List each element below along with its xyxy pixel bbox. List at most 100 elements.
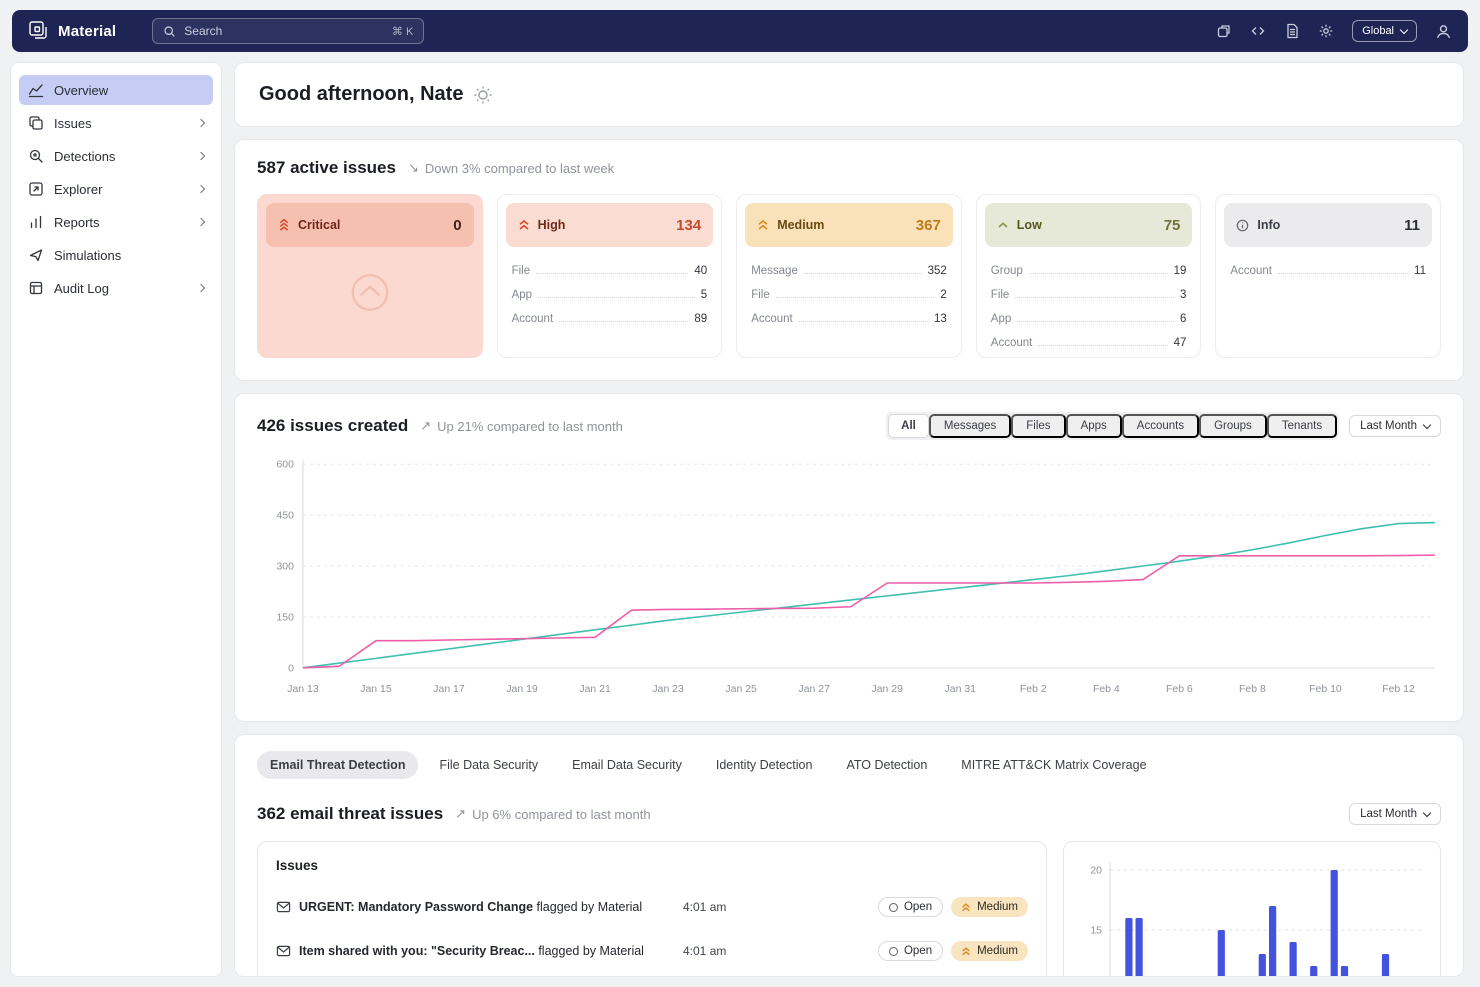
settings-gear-icon[interactable] (1318, 23, 1334, 39)
issue-title: Item shared with you: "Security Breac...… (299, 944, 659, 958)
overview-icon (28, 82, 44, 98)
dotted-leader (1017, 321, 1174, 322)
svg-text:600: 600 (276, 460, 294, 471)
email-threats-period-select[interactable]: Last Month (1349, 803, 1441, 825)
severity-card-medium[interactable]: Medium 367 Message352File2Account13 (736, 194, 962, 358)
filter-tab-tenants[interactable]: Tenants (1267, 414, 1337, 438)
issue-time: 4:01 am (683, 900, 726, 914)
severity-card-info[interactable]: Info 11 Account11 (1215, 194, 1441, 358)
filter-tab-groups[interactable]: Groups (1199, 414, 1267, 438)
detection-tab-file-data-security[interactable]: File Data Security (426, 751, 551, 779)
status-label: Open (904, 945, 932, 957)
search-input[interactable]: Search ⌘ K (152, 18, 424, 44)
severity-label: Medium (977, 945, 1018, 957)
chevron-right-icon (197, 218, 205, 226)
severity-icon (757, 219, 769, 231)
severity-count: 0 (453, 217, 461, 234)
detection-tab-email-data-security[interactable]: Email Data Security (559, 751, 695, 779)
filter-tab-messages[interactable]: Messages (929, 414, 1011, 438)
detection-category-tabs: Email Threat Detection File Data Security… (257, 751, 1441, 779)
sidebar-item-label: Detections (54, 149, 115, 164)
breakdown-label: Group (991, 265, 1023, 277)
code-icon[interactable] (1250, 23, 1266, 39)
filter-tab-accounts[interactable]: Accounts (1122, 414, 1199, 438)
dotted-leader (1278, 273, 1408, 274)
severity-icon (997, 219, 1009, 231)
breakdown-label: File (512, 265, 531, 277)
sidebar-item-audit-log[interactable]: Audit Log (19, 273, 213, 303)
sun-icon (473, 85, 493, 105)
dotted-leader (799, 321, 928, 322)
detections-icon (28, 148, 44, 164)
detection-tab-identity-detection[interactable]: Identity Detection (703, 751, 826, 779)
severity-badge-medium[interactable]: Medium (951, 897, 1028, 917)
dotted-leader (804, 273, 922, 274)
chevron-right-icon (197, 152, 205, 160)
severity-badge-medium[interactable]: Medium (951, 941, 1028, 961)
detection-tab-ato-detection[interactable]: ATO Detection (833, 751, 940, 779)
sidebar-item-explorer[interactable]: Explorer (19, 174, 213, 204)
svg-text:150: 150 (276, 612, 294, 623)
mail-icon (276, 944, 291, 958)
medium-chevrons-icon (961, 946, 971, 957)
detection-tab-mitre-att-ck-matrix-coverage[interactable]: MITRE ATT&CK Matrix Coverage (948, 751, 1159, 779)
severity-icon (278, 218, 290, 232)
breakdown-value: 19 (1174, 265, 1187, 277)
severity-breakdown-row: File3 (991, 277, 1187, 301)
severity-breakdown: Account11 (1224, 247, 1432, 277)
svg-text:450: 450 (276, 511, 294, 522)
sidebar-item-issues[interactable]: Issues (19, 108, 213, 138)
sidebar-item-label: Reports (54, 215, 100, 230)
breakdown-value: 6 (1180, 313, 1186, 325)
docs-icon[interactable] (1284, 23, 1300, 39)
detection-tab-email-threat-detection[interactable]: Email Threat Detection (257, 751, 418, 779)
sidebar-item-reports[interactable]: Reports (19, 207, 213, 237)
filter-tab-apps[interactable]: Apps (1066, 414, 1122, 438)
severity-breakdown: Message352File2Account13 (745, 247, 953, 325)
chevron-right-icon (197, 284, 205, 292)
period-label: Last Month (1360, 420, 1417, 432)
active-issues-title: 587 active issues (257, 158, 396, 178)
severity-label: High (538, 218, 566, 232)
sidebar-item-simulations[interactable]: Simulations (19, 240, 213, 270)
breakdown-value: 47 (1174, 337, 1187, 349)
issues-icon (28, 115, 44, 131)
severity-count: 75 (1164, 217, 1181, 234)
trend-text: Up 6% compared to last month (472, 807, 650, 822)
status-badge-open[interactable]: Open (878, 941, 943, 961)
issue-time: 4:01 am (683, 944, 726, 958)
filter-tab-all[interactable]: All (888, 414, 929, 438)
status-badge-open[interactable]: Open (878, 897, 943, 917)
svg-text:Feb 6: Feb 6 (1166, 684, 1193, 695)
sidebar-item-detections[interactable]: Detections (19, 141, 213, 171)
svg-text:Jan 21: Jan 21 (579, 684, 611, 695)
severity-card-low[interactable]: Low 75 Group19File3App6Account47 (976, 194, 1202, 358)
filter-tab-files[interactable]: Files (1011, 414, 1065, 438)
severity-card-high[interactable]: High 134 File40App5Account89 (497, 194, 723, 358)
chevron-down-icon (1400, 25, 1408, 33)
severity-count: 367 (916, 217, 941, 234)
severity-card-critical[interactable]: Critical 0 (257, 194, 483, 358)
svg-text:Feb 4: Feb 4 (1093, 684, 1120, 695)
svg-text:Jan 31: Jan 31 (945, 684, 977, 695)
severity-breakdown-row: App5 (512, 277, 708, 301)
account-icon[interactable] (1435, 23, 1452, 40)
svg-text:Jan 27: Jan 27 (798, 684, 830, 695)
severity-breakdown-row: Account11 (1230, 253, 1426, 277)
breakdown-value: 2 (940, 289, 946, 301)
issue-row[interactable]: URGENT: Mandatory Password Change flagge… (276, 897, 1028, 917)
sidebar-item-overview[interactable]: Overview (19, 75, 213, 105)
dotted-leader (559, 321, 688, 322)
issue-row[interactable]: Item shared with you: "Security Breac...… (276, 941, 1028, 961)
brand-logo[interactable]: Material (28, 20, 116, 42)
breakdown-label: Message (751, 265, 798, 277)
extension-icon[interactable] (1216, 23, 1232, 39)
svg-text:Jan 25: Jan 25 (725, 684, 757, 695)
issues-created-period-select[interactable]: Last Month (1349, 415, 1441, 437)
svg-text:Jan 17: Jan 17 (433, 684, 465, 695)
trend-up-icon: ↗ (420, 418, 431, 434)
svg-text:Jan 19: Jan 19 (506, 684, 538, 695)
svg-text:300: 300 (276, 562, 294, 573)
sidebar-item-label: Simulations (54, 248, 121, 263)
global-scope-dropdown[interactable]: Global (1352, 20, 1417, 42)
